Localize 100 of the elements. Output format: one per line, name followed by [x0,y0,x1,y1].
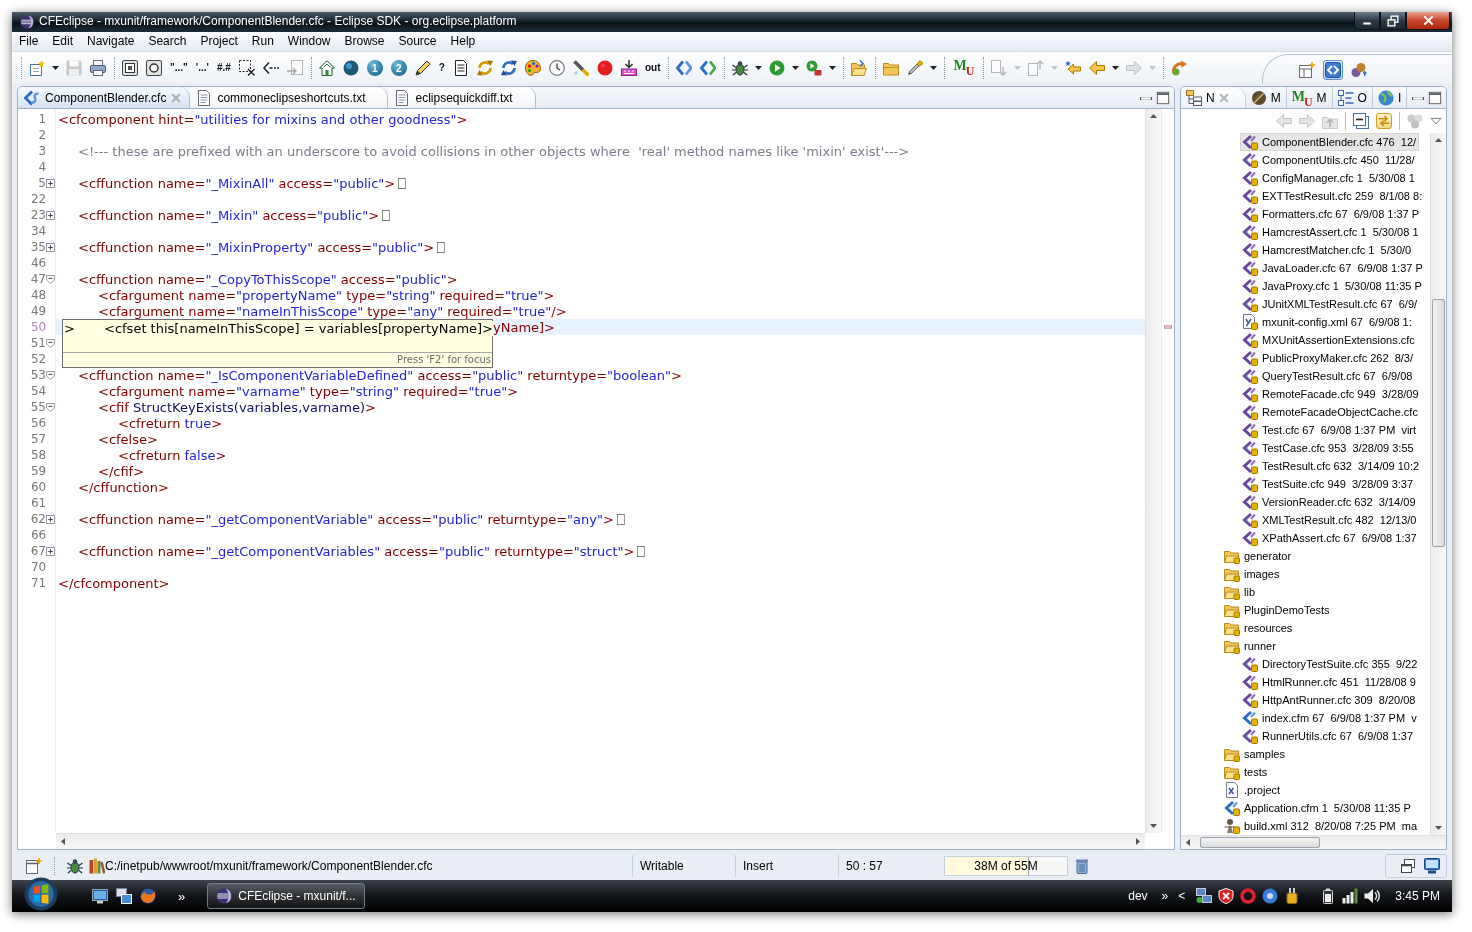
link-arrows-icon[interactable] [1376,113,1392,129]
menu-item[interactable]: File [12,32,46,51]
editor-tab[interactable]: commoneclipseshortcuts.txt [190,87,389,108]
toolbar-button[interactable]: 1 [366,60,383,76]
menu-item[interactable]: Browse [337,32,392,51]
dropdown-caret-icon[interactable] [792,66,800,70]
horizontal-scrollbar[interactable] [1181,835,1446,849]
bug-icon[interactable] [67,858,83,874]
plug-icon[interactable] [1284,888,1301,904]
run-toolbox-icon[interactable] [806,60,823,76]
tree-item[interactable]: ConfigManager.cfc 1 5/30/08 1 [1240,169,1418,187]
window-plus-icon[interactable] [26,858,42,874]
scroll-down-icon[interactable] [1435,826,1442,830]
collapse-icon[interactable] [46,402,55,412]
tree-item[interactable]: resources [1222,619,1296,637]
view-tab[interactable]: I [1372,87,1408,108]
print-icon[interactable] [90,60,106,76]
tree-item[interactable]: Formatters.cfc 67 6/9/08 1:37 P [1240,205,1423,223]
books-icon[interactable] [89,858,105,874]
tree-item[interactable]: samples [1222,745,1288,763]
tree-item[interactable]: TestSuite.cfc 949 3/28/09 3:37 [1240,475,1417,493]
toolbar-button[interactable]: #.# [215,58,232,78]
desk-toolbar-more[interactable]: » [1161,889,1169,903]
tree-item[interactable]: MXUnitAssertionExtensions.cfc [1240,331,1418,349]
chevrons-icon[interactable] [700,60,717,76]
vertical-scrollbar[interactable] [1145,109,1161,833]
tree-item[interactable]: ComponentBlender.cfc 476 12/ [1240,133,1420,151]
minimize-button[interactable] [1354,12,1380,30]
folded-block-icon[interactable] [398,177,407,189]
document-icon[interactable] [452,60,469,76]
editor-tab[interactable]: ComponentBlender.cfc [18,87,191,108]
tree-item[interactable]: runner [1222,637,1279,655]
brush-icon[interactable] [572,60,589,76]
maximize-icon[interactable] [1156,90,1170,105]
collapse-all-icon[interactable] [1353,113,1369,129]
tray-expand[interactable]: < [1178,889,1186,903]
clock[interactable]: 3:45 PM [1395,889,1440,903]
tree-item[interactable]: HamcrestMatcher.cfc 1 5/30/0 [1240,241,1415,259]
perspective-button[interactable] [1323,59,1343,80]
collapse-icon[interactable] [46,274,55,284]
tree-item[interactable]: images [1222,565,1283,583]
tree-item[interactable]: TestCase.cfc 953 3/28/09 3:55 [1240,439,1417,457]
sphere-icon[interactable] [342,60,359,76]
tree-item[interactable]: generator [1222,547,1295,565]
home-icon[interactable] [318,60,335,76]
dropdown-caret-icon[interactable] [52,66,59,70]
tree-item[interactable]: RemoteFacade.cfc 949 3/28/09 [1240,385,1422,403]
back-star-icon[interactable] [1065,60,1082,76]
expand-icon[interactable] [46,514,55,524]
tree-item[interactable]: mxunit-config.xml 67 6/9/08 1: [1240,313,1415,331]
collapse-icon[interactable] [46,370,55,380]
menu-item[interactable]: Search [141,32,194,51]
menu-item[interactable]: Window [280,32,338,51]
palette-icon[interactable] [524,60,541,76]
tree-item[interactable]: PluginDemoTests [1222,601,1333,619]
desktop-icon[interactable] [92,888,108,904]
tree-item[interactable]: Test.cfc 67 6/9/08 1:37 PM virt [1240,421,1420,439]
maximize-icon[interactable] [1428,90,1442,105]
tree-item[interactable]: JUnitXMLTestResult.cfc 67 6/9/ [1240,295,1421,313]
tree-item[interactable]: lib [1222,583,1258,601]
menu-item[interactable]: Project [193,32,245,51]
minimize-icon[interactable] [1412,97,1424,100]
scroll-thumb[interactable] [1200,837,1320,848]
switch-windows-icon[interactable] [116,888,132,904]
scroll-up-icon[interactable] [1435,138,1442,142]
tree-item[interactable]: VersionReader.cfc 632 3/14/09 [1240,493,1419,511]
view-tab[interactable]: O [1332,87,1373,108]
trash-icon[interactable] [1074,858,1090,874]
menu-item[interactable]: Help [443,32,483,51]
folder-icon[interactable] [883,60,900,76]
tree-item[interactable]: QueryTestResult.cfc 67 6/9/08 [1240,367,1416,385]
scroll-left-icon[interactable] [1186,839,1190,846]
restore-view-icon[interactable] [1400,858,1416,874]
arrow-dashes-icon[interactable] [262,60,279,76]
start-orb-icon[interactable] [24,877,58,911]
editor-tab[interactable]: eclipsequickdiff.txt [388,87,536,108]
expand-icon[interactable] [46,210,55,220]
monitor-icon[interactable] [1424,858,1440,874]
tree-item[interactable]: build.xml 312 8/20/08 7:25 PM ma [1222,817,1421,835]
computers-icon[interactable] [1196,888,1213,904]
new-file-icon[interactable] [29,60,45,76]
back-arrow-icon[interactable] [1089,60,1106,76]
marker-icon[interactable] [907,60,924,76]
menu-item[interactable]: Edit [45,32,81,51]
tree-item[interactable]: JavaProxy.cfc 1 5/30/08 11:35 P [1240,277,1425,295]
menu-item[interactable]: Run [244,32,281,51]
circular-arrows-icon[interactable] [476,60,493,76]
dropdown-caret-icon[interactable] [829,66,837,70]
expand-icon[interactable] [46,546,55,556]
swap-arrows-icon[interactable] [500,60,517,76]
close-button[interactable] [1406,12,1450,30]
dropdown-caret-icon[interactable] [930,66,938,70]
tree-item[interactable]: Application.cfm 1 5/30/08 11:35 P [1222,799,1414,817]
tree-item[interactable]: JavaLoader.cfc 67 6/9/08 1:37 P [1240,259,1426,277]
run-icon[interactable] [769,60,786,76]
vertical-scrollbar[interactable] [1430,133,1446,835]
shield-icon[interactable] [1218,888,1235,904]
scroll-left-icon[interactable] [61,838,65,845]
toolbar-button[interactable]: ? [437,58,446,78]
view-menu-icon[interactable] [1430,115,1442,127]
